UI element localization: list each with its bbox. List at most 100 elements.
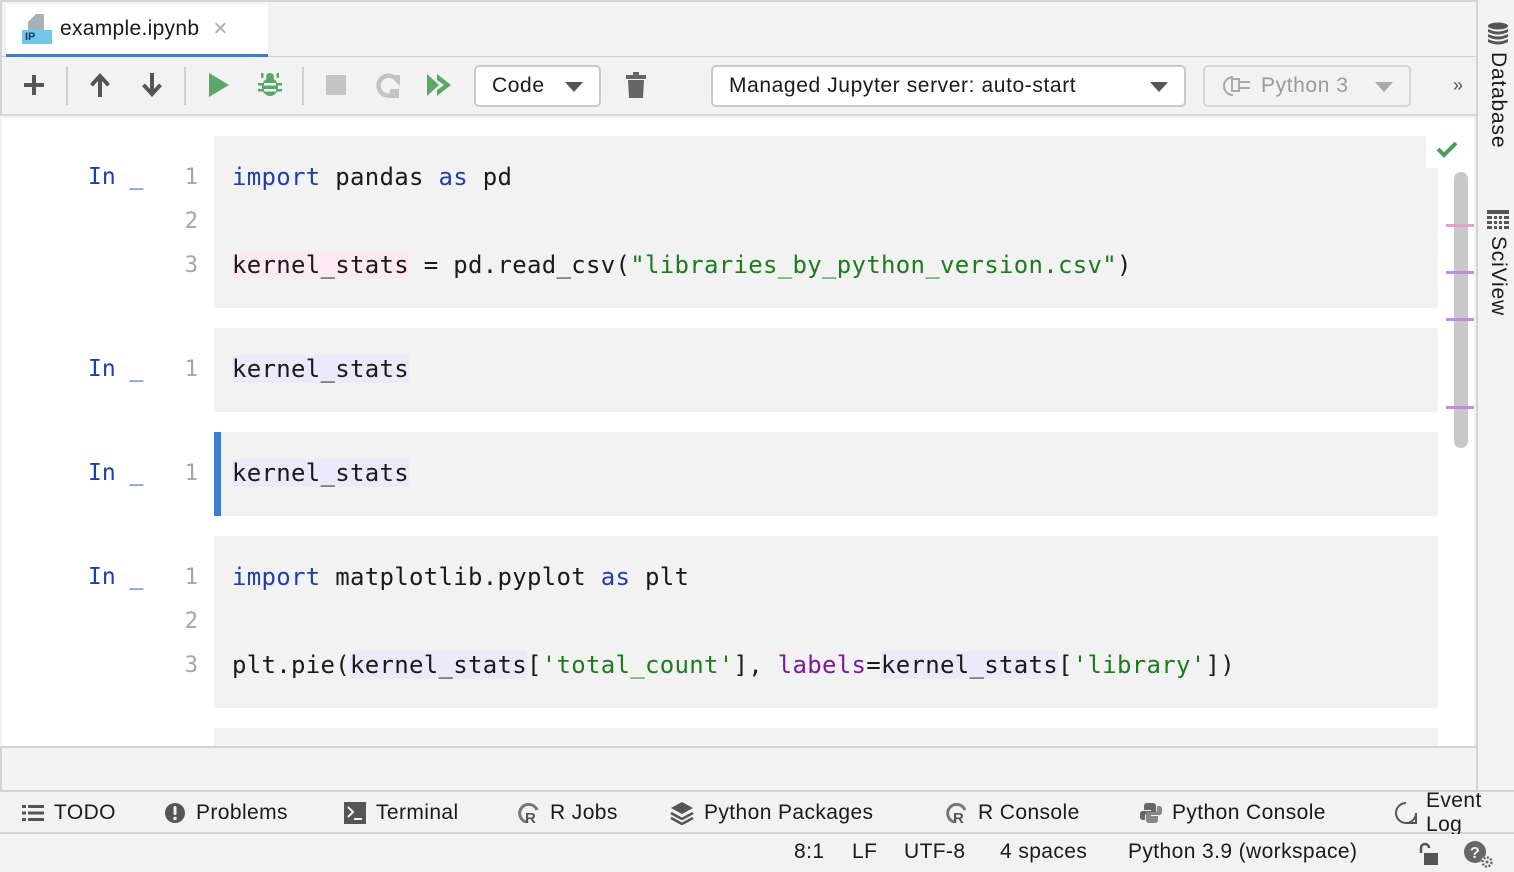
code-cell[interactable] <box>214 536 1438 708</box>
r-icon: R <box>946 802 967 824</box>
tool-window-problems[interactable]: Problems <box>164 792 288 834</box>
tool-window-label: TODO <box>54 801 116 824</box>
delete-cell-button[interactable] <box>618 67 654 103</box>
notebook-toolbar: Code Managed Jupyter server: auto-start … <box>0 57 1476 116</box>
error-stripe-marker[interactable] <box>1446 224 1474 227</box>
bug-icon <box>258 73 282 96</box>
question-gear-icon: ? <box>1464 841 1493 868</box>
line-number: 2 <box>184 209 198 234</box>
close-icon[interactable]: × <box>213 17 227 41</box>
toolbar-separator <box>66 67 68 105</box>
code-cell[interactable] <box>214 728 1438 746</box>
tool-window-event-log[interactable]: Event Log <box>1394 789 1514 836</box>
notebook-editor[interactable]: In _ 1 2 3 import pandas as pd kernel_st… <box>2 118 1474 746</box>
kernel-dropdown[interactable]: Python 3 <box>1203 65 1411 107</box>
stop-button[interactable] <box>318 67 354 103</box>
keyword: import <box>232 563 321 591</box>
code-line[interactable]: import pandas as pd <box>232 163 512 191</box>
code-line[interactable]: kernel_stats <box>232 355 409 383</box>
python-interpreter[interactable]: Python 3.9 (workspace) <box>1128 840 1357 864</box>
checkmark-icon <box>1436 141 1458 158</box>
tool-window-python-packages[interactable]: Python Packages <box>670 792 873 834</box>
jupyter-server-dropdown[interactable]: Managed Jupyter server: auto-start <box>711 65 1186 107</box>
code-line[interactable]: import matplotlib.pyplot as plt <box>232 563 689 591</box>
tool-window-r-console[interactable]: R R Console <box>944 792 1080 834</box>
line-number: 2 <box>184 609 198 634</box>
file-encoding[interactable]: UTF-8 <box>904 840 966 864</box>
code-token: pd <box>468 163 513 191</box>
editor-bottom-strip <box>0 746 1476 790</box>
chevron-down-icon <box>565 82 583 92</box>
code-token: plt <box>630 563 690 591</box>
indent-setting[interactable]: 4 spaces <box>1000 840 1087 864</box>
restart-kernel-button[interactable] <box>370 67 406 103</box>
arrow-down-icon <box>142 73 162 97</box>
cell-prompt: In _ <box>88 164 144 190</box>
trash-icon <box>626 72 646 98</box>
run-icon <box>209 73 229 97</box>
tool-window-todo[interactable]: TODO <box>22 792 116 834</box>
code-token: ) <box>1116 251 1132 279</box>
tool-window-label: Terminal <box>376 801 459 824</box>
tool-window-label: R Console <box>978 801 1080 824</box>
line-separator[interactable]: LF <box>852 840 877 864</box>
chevron-down-icon <box>1150 82 1168 92</box>
keyword-argument: labels <box>777 651 867 679</box>
tool-window-r-jobs[interactable]: R R Jobs <box>516 792 618 834</box>
kernel-value: Python 3 <box>1261 74 1349 97</box>
toolbar-overflow-button[interactable]: » <box>1440 67 1476 103</box>
svg-text:R: R <box>525 810 536 824</box>
cell-type-value: Code <box>492 74 545 97</box>
move-cell-down-button[interactable] <box>134 67 170 103</box>
list-icon <box>22 805 44 821</box>
error-stripe-marker[interactable] <box>1446 406 1474 409</box>
sciview-tool-tab[interactable]: SciView <box>1482 210 1514 316</box>
grid-icon <box>1487 210 1509 229</box>
code-cell[interactable] <box>214 136 1438 308</box>
line-number: 1 <box>184 357 198 382</box>
error-stripe-marker[interactable] <box>1446 271 1474 274</box>
keyword: import <box>232 163 321 191</box>
arrow-up-icon <box>90 73 110 97</box>
inspection-status[interactable] <box>1426 134 1466 168</box>
string-literal: 'library' <box>1072 651 1206 679</box>
run-cell-button[interactable] <box>200 67 236 103</box>
caret-position[interactable]: 8:1 <box>794 840 824 864</box>
cell-prompt: In _ <box>88 356 144 382</box>
kernel-plug-icon <box>1223 76 1250 96</box>
tool-window-terminal[interactable]: Terminal <box>344 792 459 834</box>
code-token: [ <box>1058 651 1073 679</box>
move-cell-up-button[interactable] <box>82 67 118 103</box>
toolbar-separator <box>302 67 304 105</box>
tab-example-ipynb[interactable]: IP example.ipynb × <box>6 4 268 58</box>
terminal-icon <box>344 802 366 824</box>
code-line[interactable]: plt.pie(kernel_stats['total_count'], lab… <box>232 651 1235 679</box>
tab-title: example.ipynb <box>60 17 200 40</box>
code-token: = pd.read_csv( <box>409 251 631 279</box>
variable-highlight: kernel_stats <box>232 251 409 279</box>
tool-window-python-console[interactable]: Python Console <box>1140 792 1326 834</box>
tool-window-label: Event Log <box>1426 789 1482 836</box>
svg-text:R: R <box>953 810 964 824</box>
editor-tab-strip: IP example.ipynb × <box>0 0 1476 58</box>
code-line[interactable]: kernel_stats <box>232 459 409 487</box>
plus-icon <box>24 75 44 95</box>
problems-icon <box>165 803 185 823</box>
string-literal: "libraries_by_python_version.csv" <box>630 251 1117 279</box>
database-tool-tab[interactable]: Database <box>1482 22 1514 148</box>
help-settings-button[interactable]: ? <box>1462 840 1496 872</box>
add-cell-button[interactable] <box>16 67 52 103</box>
code-line[interactable]: kernel_stats = pd.read_csv("libraries_by… <box>232 251 1132 279</box>
string-literal: 'total_count' <box>541 651 734 679</box>
read-only-toggle[interactable] <box>1418 842 1440 872</box>
unlock-icon <box>1419 842 1438 865</box>
variable-highlight: kernel_stats <box>232 459 409 487</box>
cell-prompt: In _ <box>88 564 144 590</box>
error-stripe-marker[interactable] <box>1446 318 1474 321</box>
cell-type-dropdown[interactable]: Code <box>474 65 601 107</box>
debug-cell-button[interactable] <box>252 67 288 103</box>
layers-icon <box>670 802 694 825</box>
database-icon <box>1488 22 1508 45</box>
code-token: [ <box>527 651 542 679</box>
run-all-button[interactable] <box>422 67 458 103</box>
